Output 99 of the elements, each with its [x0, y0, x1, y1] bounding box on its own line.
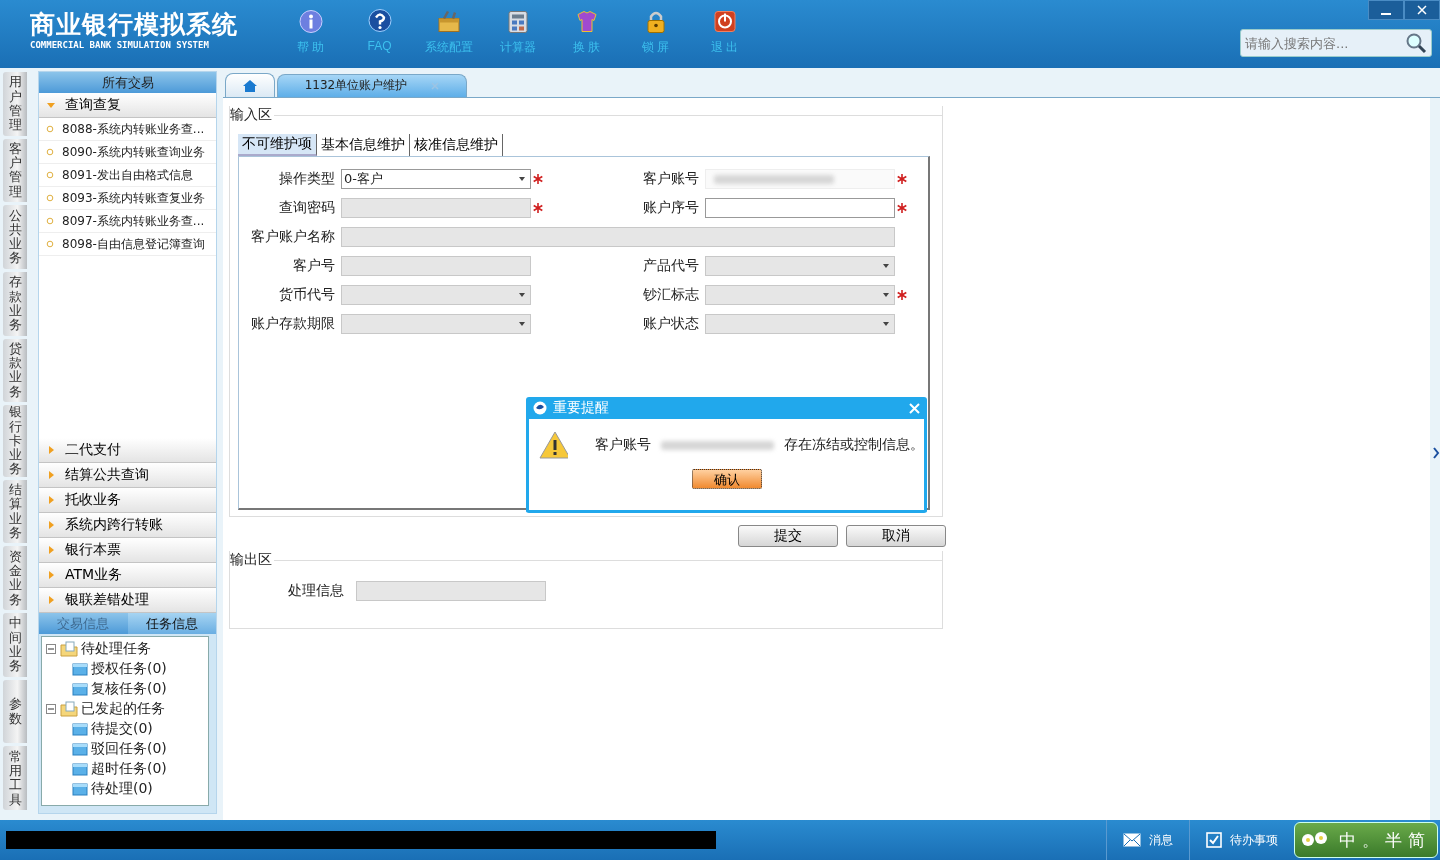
circle-icon — [46, 240, 54, 248]
sidebar-title: 所有交易 — [39, 72, 216, 93]
search-field[interactable]: 请输入搜索内容... — [1240, 29, 1432, 57]
message-text: 存在冻结或控制信息。 — [784, 436, 924, 454]
close-icon — [1417, 5, 1427, 15]
ime-indicator[interactable]: 。 — [1362, 828, 1379, 852]
circle-icon — [46, 125, 54, 133]
tree-node[interactable]: 授权任务(0) — [46, 659, 208, 679]
app-subtitle: COMMERCIAL BANK SIMULATION SYSTEM — [30, 40, 210, 50]
menu-group[interactable]: 结算公共查询 — [39, 463, 216, 488]
side-tab[interactable]: 客户管理 — [3, 138, 27, 203]
field-label: 处理信息 — [288, 582, 345, 600]
section-title: 输入区 — [230, 106, 272, 124]
input-field[interactable] — [705, 198, 895, 218]
section-title: 输出区 — [230, 551, 272, 569]
folder-icon — [72, 742, 88, 756]
status-button[interactable]: 消息 — [1106, 820, 1189, 860]
field-label: 查询密码 — [278, 199, 336, 217]
close-icon[interactable] — [431, 81, 440, 90]
minimize-icon — [1381, 13, 1391, 15]
confirm-button[interactable]: 确认 — [691, 469, 762, 489]
menu-item[interactable]: 8091-发出自由格式信息 — [39, 164, 216, 187]
side-tab[interactable]: 参数 — [3, 679, 27, 744]
field-label: 操作类型 — [278, 170, 336, 188]
dialog-title: 重要提醒 — [553, 399, 610, 417]
message-text: 客户账号 — [595, 436, 652, 454]
ime-indicator[interactable]: 简 — [1408, 828, 1425, 852]
menu-group[interactable]: 查询查复 — [39, 93, 216, 118]
page-tab[interactable]: 1132单位账户维护 — [277, 74, 467, 97]
field-label: 客户账户名称 — [250, 228, 336, 246]
form-tab[interactable]: 核准信息维护 — [410, 134, 503, 156]
menu-item[interactable]: 8088-系统内转账业务查... — [39, 118, 216, 141]
close-button[interactable] — [1404, 0, 1440, 20]
field-label: 账户存款期限 — [250, 315, 336, 333]
menu-group[interactable]: 二代支付 — [39, 438, 216, 463]
search-icon — [1405, 32, 1427, 54]
tree-node[interactable]: 待处理(0) — [46, 779, 208, 799]
dropdown-field[interactable]: 0-客户 — [341, 169, 531, 189]
field-label: 货币代号 — [278, 286, 336, 304]
menu-group[interactable]: ATM业务 — [39, 563, 216, 588]
side-tab[interactable]: 存款业务 — [3, 271, 27, 336]
folder-icon — [72, 762, 88, 776]
app-title: 商业银行模拟系统 — [30, 10, 239, 40]
panel-tab[interactable]: 任务信息 — [127, 613, 216, 634]
menu-group[interactable]: 银行本票 — [39, 538, 216, 563]
menu-group[interactable]: 托收业务 — [39, 488, 216, 513]
tree-node[interactable]: 待提交(0) — [46, 719, 208, 739]
config-icon — [435, 8, 462, 35]
circle-icon — [46, 148, 54, 156]
circle-icon — [46, 217, 54, 225]
field-label: 产品代号 — [642, 257, 700, 275]
form-tab[interactable]: 不可维护项 — [238, 134, 317, 156]
tree-node[interactable]: 待处理任务 — [46, 639, 208, 659]
home-tab[interactable] — [225, 73, 275, 97]
exit-icon — [711, 8, 738, 35]
form-button[interactable]: 提交 — [738, 525, 838, 547]
form-button[interactable]: 取消 — [846, 525, 946, 547]
info-icon — [297, 8, 324, 35]
side-tab[interactable]: 银行卡业务 — [3, 405, 27, 477]
app-logo-icon — [533, 401, 547, 415]
menu-item[interactable]: 8093-系统内转账查复业务 — [39, 187, 216, 210]
field-label: 账户序号 — [642, 199, 700, 217]
field-label: 账户状态 — [642, 315, 700, 333]
folder-icon — [72, 782, 88, 796]
side-tab[interactable]: 结算业务 — [3, 479, 27, 544]
tree-node[interactable]: 驳回任务(0) — [46, 739, 208, 759]
ime-toolbar[interactable]: 中 。 半 简 — [1294, 822, 1438, 858]
tree-node[interactable]: 超时任务(0) — [46, 759, 208, 779]
folder-icon — [60, 701, 78, 717]
minimize-button[interactable] — [1368, 0, 1404, 20]
ime-indicator[interactable]: 中 — [1339, 828, 1356, 852]
side-tab[interactable]: 公共业务 — [3, 205, 27, 269]
circle-icon — [46, 171, 54, 179]
folder-icon — [72, 722, 88, 736]
folder-icon — [60, 641, 78, 657]
side-tab[interactable]: 资金业务 — [3, 546, 27, 611]
side-tab[interactable]: 常用工具 — [3, 746, 27, 811]
menu-item[interactable]: 8097-系统内转账业务查... — [39, 210, 216, 233]
form-tab[interactable]: 基本信息维护 — [317, 134, 410, 156]
field-label: 客户号 — [292, 257, 336, 275]
side-tab[interactable]: 贷款业务 — [3, 338, 27, 403]
envelope-icon — [1123, 833, 1141, 847]
checkbox-icon — [1206, 832, 1222, 848]
field-label: 钞汇标志 — [642, 286, 700, 304]
side-tab[interactable]: 中间业务 — [3, 613, 27, 677]
home-icon — [242, 78, 258, 93]
menu-group[interactable]: 系统内跨行转账 — [39, 513, 216, 538]
ime-indicator[interactable]: 半 — [1385, 828, 1402, 852]
folder-icon — [72, 662, 88, 676]
menu-item[interactable]: 8090-系统内转账查询业务 — [39, 141, 216, 164]
warning-icon — [539, 431, 568, 459]
tree-node[interactable]: 已发起的任务 — [46, 699, 208, 719]
faq-icon — [366, 8, 393, 35]
menu-group[interactable]: 银联差错处理 — [39, 588, 216, 613]
circle-icon — [46, 194, 54, 202]
tree-node[interactable]: 复核任务(0) — [46, 679, 208, 699]
folder-icon — [72, 682, 88, 696]
side-tab[interactable]: 用户管理 — [3, 72, 27, 136]
field-label: 客户账号 — [642, 170, 700, 188]
